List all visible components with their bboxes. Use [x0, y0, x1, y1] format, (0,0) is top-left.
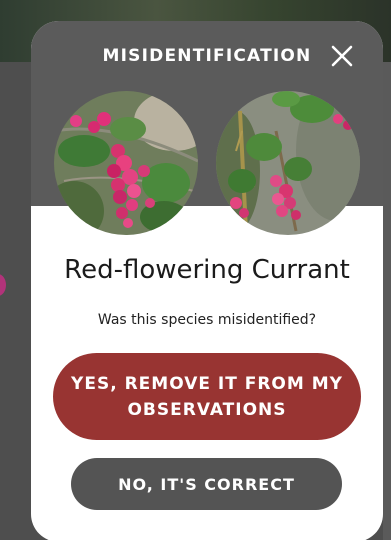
species-photo-2 [216, 91, 360, 235]
background-map-marker [0, 274, 6, 296]
misidentification-modal: MISIDENTIFICATION Red-flowering Currant … [31, 21, 383, 542]
misidentification-question: Was this species misidentified? [97, 312, 317, 328]
confirm-correct-button[interactable]: NO, IT'S CORRECT [71, 458, 342, 510]
species-photo-1 [54, 91, 198, 235]
species-name: Red-flowering Currant [64, 255, 350, 285]
close-icon [331, 45, 353, 67]
background-panel-edge [383, 62, 391, 540]
close-button[interactable] [327, 41, 357, 71]
remove-observation-button[interactable]: YES, REMOVE IT FROM MY OBSERVATIONS [53, 353, 361, 440]
